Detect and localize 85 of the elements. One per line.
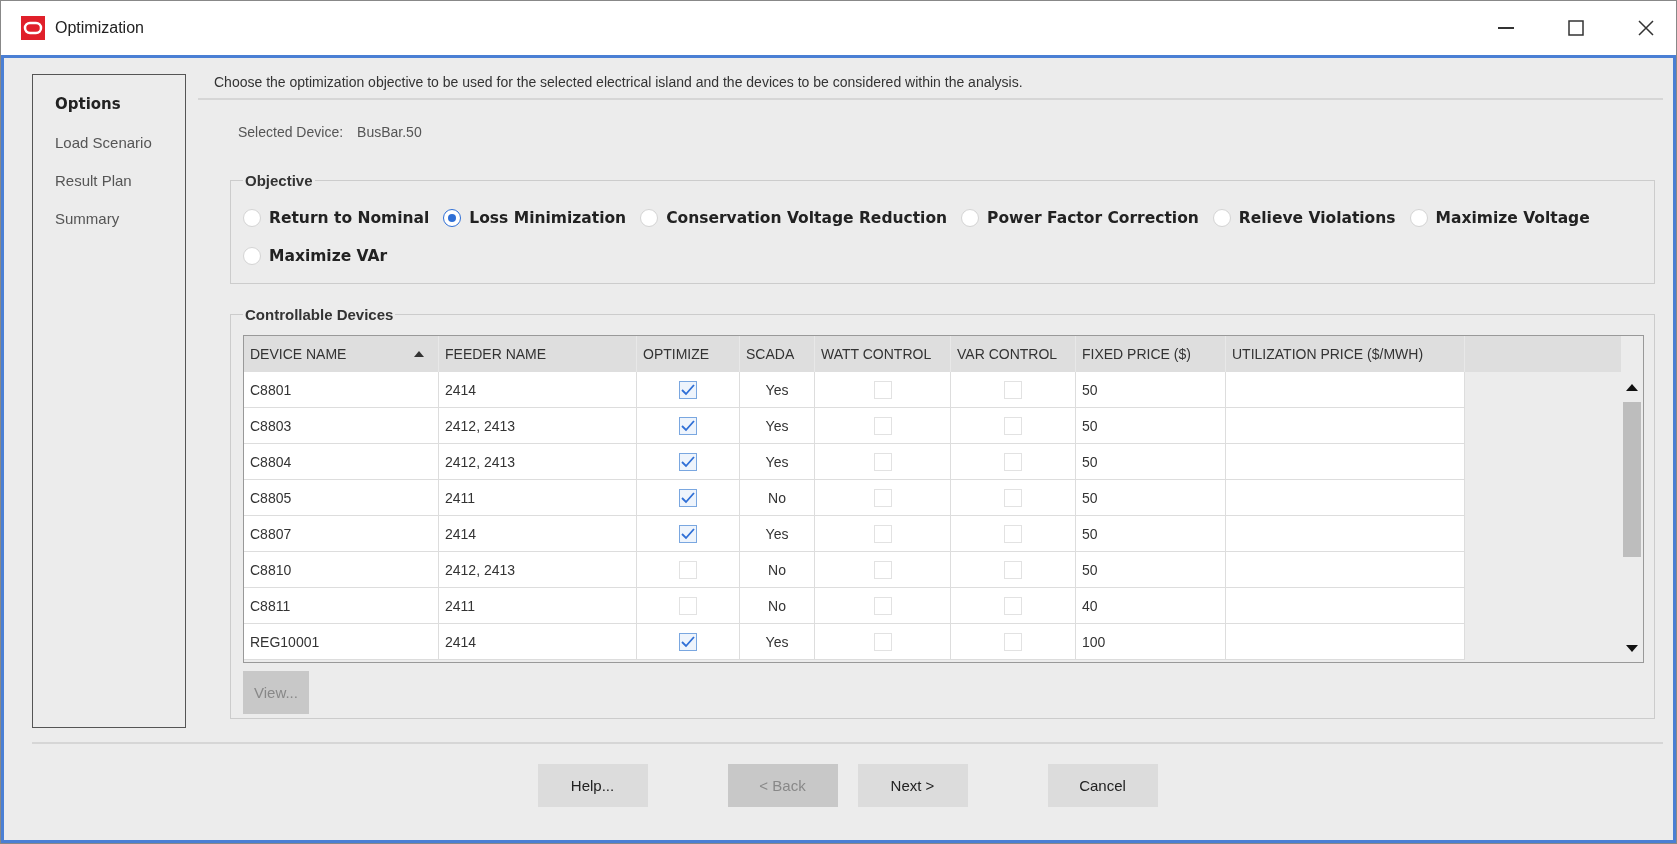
watt-control-checkbox[interactable] — [873, 488, 892, 507]
table-cell: Yes — [740, 408, 815, 444]
table-cell: C8805 — [244, 480, 439, 516]
app-logo-icon — [21, 16, 45, 40]
wizard-step[interactable]: Result Plan — [55, 172, 185, 189]
watt-control-checkbox[interactable] — [873, 560, 892, 579]
wizard-step[interactable]: Load Scenario — [55, 134, 185, 151]
table-cell: 50 — [1076, 444, 1226, 480]
radio-icon[interactable] — [443, 209, 462, 227]
watt-control-checkbox[interactable] — [873, 416, 892, 435]
table-cell: REG10001 — [244, 624, 439, 660]
var-control-checkbox[interactable] — [1004, 632, 1022, 651]
column-header[interactable]: DEVICE NAME — [244, 336, 439, 372]
selected-device-value: BusBar.50 — [357, 124, 422, 142]
table-cell: 50 — [1076, 372, 1226, 408]
dialog-button[interactable]: Cancel — [1047, 764, 1158, 807]
table-cell: C8807 — [244, 516, 439, 552]
table-cell: 2412, 2413 — [439, 408, 637, 444]
watt-control-checkbox[interactable] — [873, 452, 892, 471]
table-cell: 2414 — [439, 516, 637, 552]
table-cell: 2412, 2413 — [439, 552, 637, 588]
column-header[interactable]: SCADA — [740, 336, 815, 372]
table-cell: 2414 — [439, 372, 637, 408]
wizard-step[interactable]: Options — [55, 95, 185, 113]
table-cell: 2414 — [439, 624, 637, 660]
selected-device-label: Selected Device: — [238, 124, 344, 142]
optimize-checkbox[interactable] — [679, 632, 697, 651]
column-header[interactable]: VAR CONTROL — [951, 336, 1076, 372]
table-cell: 2411 — [439, 480, 637, 516]
table-cell: 100 — [1076, 624, 1226, 660]
var-control-checkbox[interactable] — [1004, 380, 1022, 399]
objective-radio[interactable]: Maximize VAr — [243, 247, 388, 265]
sort-ascending-icon — [414, 351, 424, 357]
table-cell: 2411 — [439, 588, 637, 624]
devices-title: Controllable Devices — [244, 306, 395, 323]
var-control-checkbox[interactable] — [1004, 452, 1022, 471]
watt-control-checkbox[interactable] — [873, 380, 892, 399]
maximize-icon — [1568, 20, 1584, 36]
optimize-checkbox[interactable] — [679, 380, 697, 399]
table-cell: C8804 — [244, 444, 439, 480]
column-header[interactable]: OPTIMIZE — [637, 336, 740, 372]
optimize-checkbox[interactable] — [679, 416, 697, 435]
table-cell: Yes — [740, 372, 815, 408]
table-cell: Yes — [740, 444, 815, 480]
table-cell: No — [740, 480, 815, 516]
var-control-checkbox[interactable] — [1004, 524, 1022, 543]
table-cell: Yes — [740, 516, 815, 552]
table-cell: 50 — [1076, 552, 1226, 588]
table-cell: 2412, 2413 — [439, 444, 637, 480]
table-cell: 40 — [1076, 588, 1226, 624]
objective-title: Objective — [244, 172, 314, 189]
var-control-checkbox[interactable] — [1004, 560, 1022, 579]
watt-control-checkbox[interactable] — [873, 524, 892, 543]
optimize-checkbox[interactable] — [679, 488, 697, 507]
table-cell: No — [740, 588, 815, 624]
var-control-checkbox[interactable] — [1004, 416, 1022, 435]
minimize-icon — [1498, 27, 1514, 29]
scroll-down-icon[interactable] — [1626, 645, 1638, 652]
watt-control-checkbox[interactable] — [873, 596, 892, 615]
table-cell: C8810 — [244, 552, 439, 588]
column-header[interactable]: UTILIZATION PRICE ($/MWH) — [1226, 336, 1465, 372]
table-cell: C8803 — [244, 408, 439, 444]
table-cell: No — [740, 552, 815, 588]
optimize-checkbox[interactable] — [679, 452, 697, 471]
table-cell: 50 — [1076, 516, 1226, 552]
column-header[interactable]: WATT CONTROL — [815, 336, 951, 372]
scroll-up-icon[interactable] — [1626, 383, 1638, 391]
table-cell: Yes — [740, 624, 815, 660]
close-icon — [1638, 20, 1654, 36]
objective-label: Maximize VAr — [269, 247, 388, 265]
var-control-checkbox[interactable] — [1004, 488, 1022, 507]
table-cell: C8801 — [244, 372, 439, 408]
dialog-button[interactable]: Help... — [537, 764, 648, 807]
watt-control-checkbox[interactable] — [873, 632, 892, 651]
optimize-checkbox[interactable] — [679, 524, 697, 543]
wizard-step[interactable]: Summary — [55, 210, 185, 227]
dialog-button[interactable]: Next > — [857, 764, 968, 807]
column-header[interactable]: FIXED PRICE ($) — [1076, 336, 1226, 372]
table-cell: 50 — [1076, 480, 1226, 516]
description-text: Choose the optimization objective to be used for the selected electrical island and the devices to be considered within the analysis. — [198, 74, 1663, 100]
window-title: Optimization — [55, 19, 145, 37]
var-control-checkbox[interactable] — [1004, 596, 1022, 615]
column-header[interactable]: FEEDER NAME — [439, 336, 637, 372]
table-cell: 50 — [1076, 408, 1226, 444]
table-cell: C8811 — [244, 588, 439, 624]
